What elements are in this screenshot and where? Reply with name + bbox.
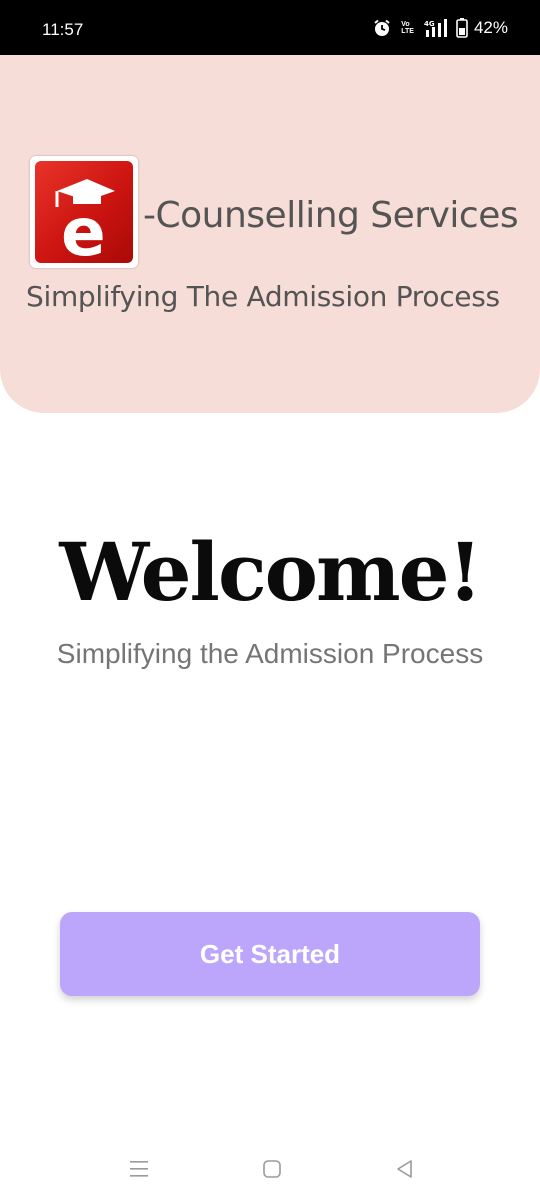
- get-started-button[interactable]: Get Started: [60, 912, 480, 996]
- brand-tagline: Simplifying The Admission Process: [26, 280, 500, 313]
- welcome-subtitle: Simplifying the Admission Process: [56, 638, 484, 669]
- menu-icon[interactable]: [124, 1154, 154, 1184]
- battery-icon: [456, 18, 468, 38]
- status-icons: Vo LTE 4G 42%: [373, 18, 508, 38]
- graduation-cap-e-icon: e: [55, 179, 115, 263]
- brand-name: -Counselling Services: [143, 195, 519, 236]
- system-nav-bar: [0, 1140, 540, 1200]
- battery-percent: 42%: [473, 18, 508, 37]
- screen: 11:57 Vo LTE 4G 42% e -Counselling Servi…: [0, 0, 540, 1200]
- brand-logo: e: [30, 156, 138, 268]
- back-icon[interactable]: [390, 1154, 420, 1184]
- signal-icon: 4G: [424, 19, 450, 37]
- logo-letter: e: [61, 194, 106, 263]
- volte-icon: Vo LTE: [401, 21, 414, 35]
- volte-bottom-text: LTE: [401, 28, 414, 35]
- status-time: 11:57: [42, 20, 84, 39]
- status-bar: 11:57 Vo LTE 4G 42%: [0, 0, 540, 55]
- header-banner: e -Counselling Services Simplifying The …: [0, 55, 540, 413]
- logo-badge: e: [35, 161, 133, 263]
- volte-top-text: Vo: [401, 21, 410, 28]
- home-icon[interactable]: [257, 1154, 287, 1184]
- alarm-icon: [373, 19, 391, 37]
- network-type-text: 4G: [424, 20, 435, 28]
- welcome-title: Welcome!: [59, 525, 482, 619]
